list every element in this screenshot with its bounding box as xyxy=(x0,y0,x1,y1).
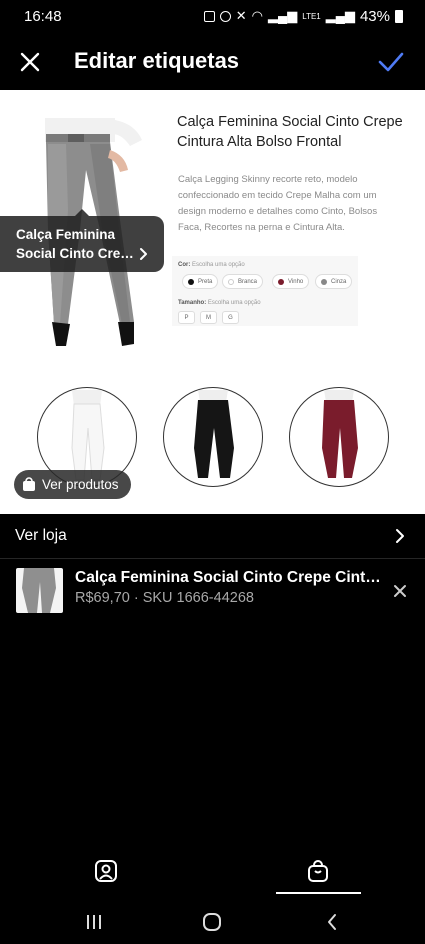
chevron-right-icon xyxy=(396,529,404,543)
header: Editar etiquetas xyxy=(0,40,425,84)
battery-icon xyxy=(395,9,403,23)
color-chip-cinza[interactable]: Cinza xyxy=(315,274,353,289)
page-title: Editar etiquetas xyxy=(74,48,240,73)
network-label: LTE1 xyxy=(302,11,321,21)
color-chip-vinho[interactable]: Vinho xyxy=(272,274,310,289)
person-tag-icon xyxy=(95,860,117,882)
product-thumbnail xyxy=(16,568,63,613)
back-button[interactable] xyxy=(312,908,352,936)
color-dot-preta xyxy=(188,278,194,285)
variant-image-black xyxy=(163,387,263,487)
size-option-label: Tamanho: Escolha uma opção xyxy=(178,300,261,306)
wine-pants-image xyxy=(322,390,358,478)
view-products-button[interactable]: Ver produtos xyxy=(14,470,131,499)
options-panel: Cor: Escolha uma opção Preta Branca Vinh… xyxy=(172,256,358,326)
status-time: 16:48 xyxy=(24,7,62,25)
tag-label-line1: Calça Feminina xyxy=(16,227,116,242)
variant-image-wine xyxy=(289,387,389,487)
confirm-button[interactable] xyxy=(375,46,407,78)
size-hint: Escolha uma opção xyxy=(207,300,261,306)
tagged-photo[interactable]: Calça Feminina Social Cinto Crepe Cintur… xyxy=(0,90,425,514)
recent-apps-button[interactable] xyxy=(74,908,114,936)
tab-products[interactable] xyxy=(276,848,360,894)
product-price-sku: R$69,70 · SKU 1666-44268 xyxy=(75,590,254,606)
system-navigation-bar xyxy=(0,900,425,944)
tagged-product-row[interactable]: Calça Feminina Social Cinto Crepe Cintur… xyxy=(0,560,425,622)
gray-pants-thumbnail xyxy=(22,568,56,613)
color-name-cinza: Cinza xyxy=(331,278,347,285)
shopping-bag-icon xyxy=(308,860,328,882)
close-icon xyxy=(20,52,40,72)
tag-label-line2: Social Cinto Crepe Cintura Alta Bolso Fr… xyxy=(16,246,134,261)
close-button[interactable] xyxy=(14,46,46,78)
view-shop-label: Ver loja xyxy=(15,527,67,544)
active-tab-indicator xyxy=(276,892,361,894)
battery-level: 43% xyxy=(359,7,390,25)
signal-icon-2: ▂▄▆ xyxy=(325,8,355,23)
checkmark-icon xyxy=(378,52,404,72)
color-name-preta: Preta xyxy=(198,278,213,285)
color-chip-preta[interactable]: Preta xyxy=(182,274,219,289)
color-dot-vinho xyxy=(278,278,284,285)
wifi-icon: ◠ xyxy=(251,8,263,23)
product-title: Calça Feminina Social Cinto Crepe Cintur… xyxy=(177,114,403,150)
notification-icon xyxy=(203,10,215,22)
home-button[interactable] xyxy=(192,908,232,936)
mute-icon: ✕ xyxy=(235,8,247,23)
color-dot-cinza xyxy=(321,278,327,285)
size-chip-g[interactable]: G xyxy=(222,311,239,324)
shopping-bag-icon xyxy=(23,477,35,491)
close-icon xyxy=(394,585,406,597)
color-name-vinho: Vinho xyxy=(288,278,304,285)
color-option-label: Cor: Escolha uma opção xyxy=(178,262,245,268)
tab-people[interactable] xyxy=(64,848,148,894)
remove-tag-button[interactable] xyxy=(389,580,411,602)
back-icon xyxy=(328,914,336,930)
chevron-right-icon xyxy=(140,248,147,260)
status-icons: ✕ ◠ ▂▄▆ LTE1 ▂▄▆ 43% xyxy=(203,7,403,25)
signal-icon: ▂▄▆ xyxy=(268,8,298,23)
recent-apps-icon xyxy=(87,915,101,929)
tag-type-tabs xyxy=(0,848,425,896)
color-hint: Escolha uma opção xyxy=(192,262,245,268)
black-pants-image xyxy=(194,390,234,478)
home-icon xyxy=(203,913,221,931)
color-label: Cor: xyxy=(178,262,191,268)
product-tag-bubble[interactable]: Calça Feminina Social Cinto Crepe Cintur… xyxy=(0,209,164,272)
product-name: Calça Feminina Social Cinto Crepe Cintur… xyxy=(75,569,390,586)
alarm-icon xyxy=(219,10,231,22)
size-chip-m[interactable]: M xyxy=(200,311,217,324)
size-chip-p[interactable]: P xyxy=(178,311,195,324)
color-name-branca: Branca xyxy=(238,278,258,285)
view-shop-row[interactable]: Ver loja xyxy=(0,514,425,559)
color-dot-branca xyxy=(228,278,234,285)
color-chip-branca[interactable]: Branca xyxy=(222,274,264,289)
view-products-label: Ver produtos xyxy=(42,477,119,492)
status-bar: 16:48 ✕ ◠ ▂▄▆ LTE1 ▂▄▆ 43% xyxy=(0,0,425,32)
size-label: Tamanho: xyxy=(178,300,207,306)
product-description: Calça Legging Skinny recorte reto, model… xyxy=(178,174,378,233)
